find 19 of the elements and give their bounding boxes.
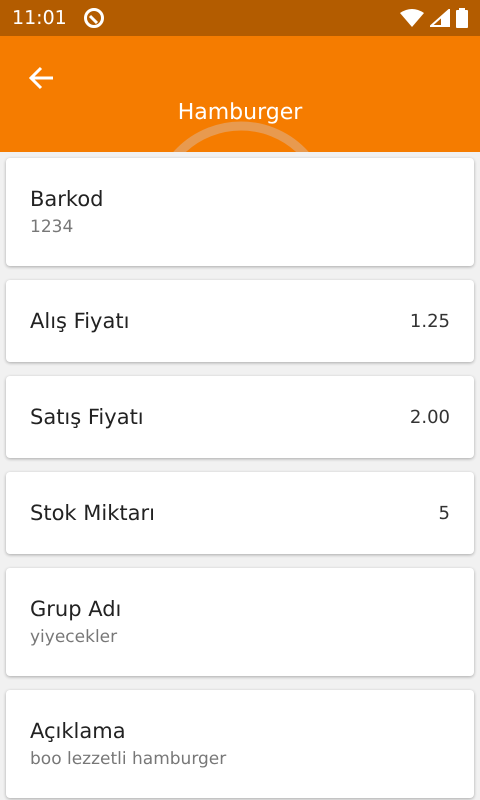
field-value: 5	[438, 502, 450, 524]
app-bar-title: Hamburger	[176, 100, 304, 125]
notification-icon	[82, 7, 105, 29]
field-label: Satış Fiyatı	[30, 405, 144, 429]
field-value: yiyecekler	[30, 627, 118, 647]
field-value: 1.25	[410, 310, 450, 332]
field-label: Alış Fiyatı	[30, 309, 130, 333]
wifi-icon	[400, 9, 424, 27]
field-value: 2.00	[410, 406, 450, 428]
field-label: Stok Miktarı	[30, 501, 155, 525]
field-label: Barkod	[30, 187, 104, 211]
back-arrow-icon[interactable]	[28, 66, 54, 90]
battery-icon	[456, 8, 468, 28]
field-label: Açıklama	[30, 719, 127, 743]
field-value: boo lezzetli hamburger	[30, 749, 228, 769]
status-time: 11:01	[12, 7, 67, 29]
field-label: Grup Adı	[30, 597, 122, 621]
field-value: 1234	[30, 217, 74, 237]
signal-icon	[430, 9, 450, 27]
